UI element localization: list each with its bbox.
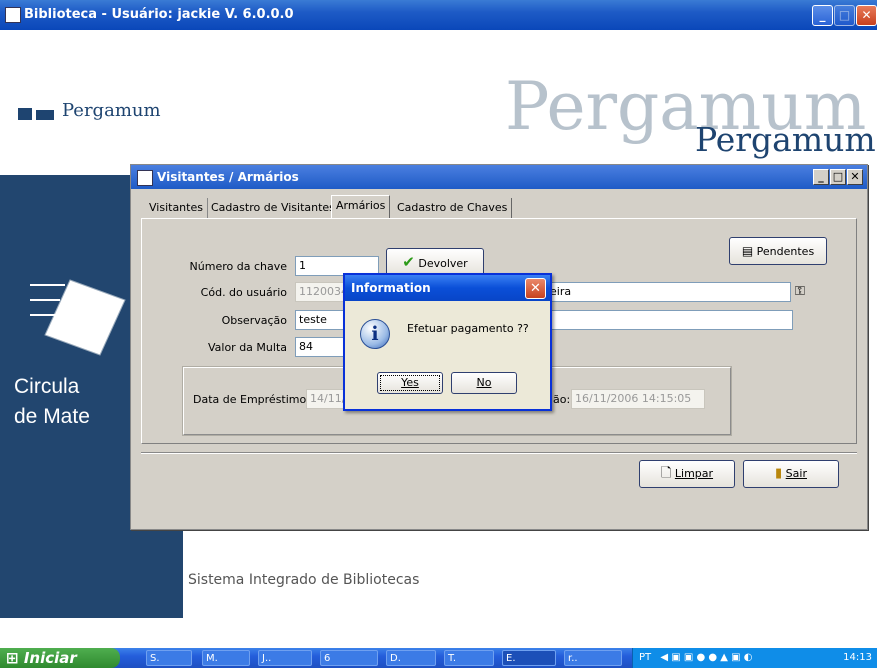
dialog-title-bar[interactable]: Visitantes / Armários _ □ ✕ <box>131 165 867 189</box>
tab-armarios[interactable]: Armários <box>331 195 391 219</box>
maximize-icon[interactable]: □ <box>834 5 855 26</box>
message-title: Information <box>351 281 431 295</box>
dialog-close-icon[interactable]: ✕ <box>847 169 863 185</box>
message-text: Efetuar pagamento ?? <box>407 322 529 335</box>
checkmark-icon: ✔ <box>402 253 415 271</box>
module-title-line2: de Mate <box>14 405 90 428</box>
minimize-icon[interactable]: _ <box>812 5 833 26</box>
clock[interactable]: 14:13 <box>843 648 872 668</box>
observation-label: Observação <box>221 314 287 327</box>
taskbar-item-browser-group[interactable]: 6 <box>320 650 378 666</box>
module-title: Circula de Mate <box>14 372 90 432</box>
limpar-label: Limpar <box>674 467 714 480</box>
taskbar-item-t[interactable]: T. <box>444 650 494 666</box>
close-icon[interactable]: ✕ <box>856 5 877 26</box>
loan-date-input[interactable]: 14/11/ <box>306 389 346 409</box>
exit-door-icon: ▮ <box>775 466 783 481</box>
clear-icon: 🗋 <box>660 466 672 481</box>
return-date-input[interactable]: 16/11/2006 14:15:05 <box>571 389 705 409</box>
start-button[interactable]: ⊞ Iniciar <box>0 648 120 668</box>
logo-text: Pergamum <box>62 100 161 121</box>
taskbar-item-d[interactable]: D. <box>386 650 436 666</box>
observation-input-extended[interactable] <box>546 310 793 330</box>
devolver-label: Devolver <box>418 257 468 270</box>
taskbar-item-j[interactable]: J.. <box>258 650 312 666</box>
footer-text: Sistema Integrado de Bibliotecas <box>188 572 420 588</box>
pergamum-logo-icon <box>18 108 54 120</box>
main-title-bar[interactable]: Biblioteca - Usuário: jackie V. 6.0.0.0 … <box>0 0 877 30</box>
user-name-input[interactable]: eira <box>546 282 791 302</box>
yes-button[interactable]: Yes <box>377 372 443 394</box>
system-tray: PT ◀ ▣ ▣ ● ● ▲ ▣ ◐ 14:13 <box>632 648 877 668</box>
tab-visitantes[interactable]: Visitantes <box>145 198 208 218</box>
information-message-box: Information ✕ i Efetuar pagamento ?? Yes… <box>343 273 552 411</box>
taskbar-item-r[interactable]: r.. <box>564 650 622 666</box>
message-close-icon[interactable]: ✕ <box>525 278 546 299</box>
loan-date-label: Data de Empréstimo: <box>193 393 310 406</box>
module-title-line1: Circula <box>14 375 80 398</box>
dialog-title: Visitantes / Armários <box>157 170 299 184</box>
dialog-icon <box>137 170 153 186</box>
book-illustration-icon <box>30 279 126 356</box>
pendentes-label: Pendentes <box>756 245 815 258</box>
windows-logo-icon: ⊞ <box>6 649 19 667</box>
limpar-button[interactable]: 🗋 Limpar <box>639 460 735 488</box>
document-icon: ▤ <box>741 244 754 258</box>
app-icon <box>5 7 21 23</box>
no-label: No <box>476 376 492 389</box>
tab-cadastro-visitantes[interactable]: Cadastro de Visitantes <box>207 198 340 218</box>
sair-button[interactable]: ▮ Sair <box>743 460 839 488</box>
message-title-bar[interactable]: Information ✕ <box>345 275 550 301</box>
devolver-button[interactable]: ✔ Devolver <box>386 248 484 276</box>
dialog-separator <box>141 452 857 454</box>
tray-icons[interactable]: ◀ ▣ ▣ ● ● ▲ ▣ ◐ <box>660 652 752 663</box>
language-indicator[interactable]: PT <box>639 652 651 663</box>
return-date-label: ão: <box>553 393 571 406</box>
sair-label: Sair <box>785 467 807 480</box>
user-code-label: Cód. do usuário <box>200 286 287 299</box>
start-label: Iniciar <box>23 649 77 667</box>
yes-label: Yes <box>401 376 419 389</box>
key-icon[interactable]: ⚿ <box>795 284 809 299</box>
main-window-title: Biblioteca - Usuário: jackie V. 6.0.0.0 <box>24 7 294 22</box>
taskbar-item-skype[interactable]: S. <box>146 650 192 666</box>
fine-value-label: Valor da Multa <box>207 341 287 354</box>
tab-cadastro-chaves[interactable]: Cadastro de Chaves <box>393 198 513 218</box>
taskbar-item-m[interactable]: M. <box>202 650 250 666</box>
no-button[interactable]: No <box>451 372 517 394</box>
watermark-text-secondary: Pergamum <box>695 120 876 159</box>
key-number-label: Número da chave <box>189 260 287 273</box>
dialog-minimize-icon[interactable]: _ <box>813 169 829 185</box>
info-icon: i <box>360 319 390 349</box>
dialog-maximize-icon[interactable]: □ <box>830 169 846 185</box>
taskbar-item-e-active[interactable]: E. <box>502 650 556 666</box>
pendentes-button[interactable]: ▤ Pendentes <box>729 237 827 265</box>
